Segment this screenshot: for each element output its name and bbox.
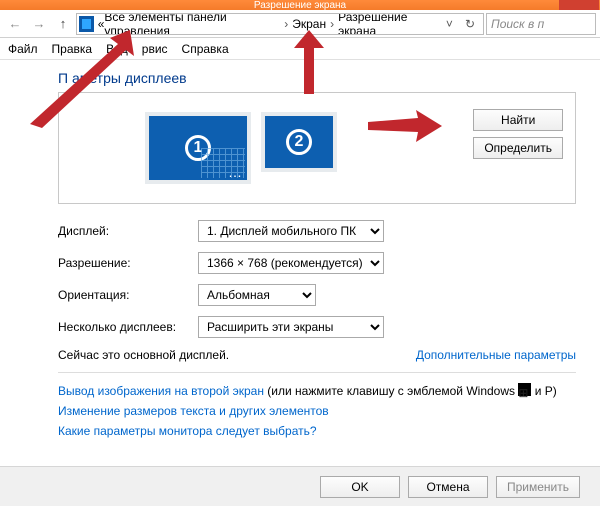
identify-button[interactable]: Определить (473, 137, 563, 159)
nav-up-button[interactable]: ↑ (52, 13, 74, 35)
window-close-button[interactable] (559, 0, 599, 10)
address-bar: ← → ↑ « Все элементы панели управления ›… (0, 10, 600, 38)
multidisplay-select[interactable]: Расширить эти экраны (198, 316, 384, 338)
cancel-button[interactable]: Отмена (408, 476, 488, 498)
windows-key-icon (518, 383, 531, 396)
text-size-link[interactable]: Изменение размеров текста и других элеме… (58, 404, 329, 418)
breadcrumb-item-1[interactable]: Все элементы панели управления (104, 13, 280, 35)
breadcrumb-item-2[interactable]: Экран (292, 17, 326, 31)
control-panel-icon (79, 16, 94, 32)
project-hint-tail: и P) (531, 384, 556, 398)
page-title: П аметры дисплеев (58, 70, 576, 86)
display-select[interactable]: 1. Дисплей мобильного ПК (198, 220, 384, 242)
nav-back-button[interactable]: ← (4, 13, 26, 35)
advanced-settings-link[interactable]: Дополнительные параметры (416, 348, 576, 362)
menu-help[interactable]: Справка (182, 42, 229, 56)
project-second-screen-link[interactable]: Вывод изображения на второй экран (58, 384, 264, 398)
nav-forward-button[interactable]: → (28, 13, 50, 35)
ok-button[interactable]: OK (320, 476, 400, 498)
divider (58, 372, 576, 373)
chevron-right-icon[interactable]: › (330, 17, 334, 31)
monitors-group[interactable]: 1 … 2 (145, 112, 337, 184)
monitors-preview-panel: 1 … 2 Найти Определить (58, 92, 576, 204)
monitor-2[interactable]: 2 (261, 112, 337, 172)
menu-edit[interactable]: Правка (52, 42, 93, 56)
display-label: Дисплей: (58, 224, 198, 238)
search-input[interactable]: Поиск в п (486, 13, 596, 35)
find-button[interactable]: Найти (473, 109, 563, 131)
window-title: Разрешение экрана (254, 0, 346, 11)
search-placeholder: Поиск в п (491, 17, 544, 31)
menu-service[interactable]: рвис (142, 42, 168, 56)
menu-bar: Файл Правка Вид рвис Справка (0, 38, 600, 60)
title-bar: Разрешение экрана (0, 0, 600, 10)
breadcrumb-item-3[interactable]: Разрешение экрана (338, 13, 440, 35)
dropdown-icon[interactable]: ˅ (440, 17, 459, 31)
primary-display-note: Сейчас это основной дисплей. (58, 348, 229, 362)
project-hint-text: (или нажмите клавишу с эмблемой Windows (264, 384, 518, 398)
monitor-1-number: 1 (185, 135, 211, 161)
breadcrumb[interactable]: « Все элементы панели управления › Экран… (76, 13, 484, 35)
apply-button[interactable]: Применить (496, 476, 580, 498)
ellipsis-icon: … (228, 164, 243, 180)
multidisplay-label: Несколько дисплеев: (58, 320, 198, 334)
breadcrumb-overflow[interactable]: « (98, 17, 105, 31)
monitor-2-number: 2 (286, 129, 312, 155)
menu-file[interactable]: Файл (8, 42, 38, 56)
chevron-right-icon[interactable]: › (284, 17, 288, 31)
refresh-icon[interactable]: ↻ (459, 17, 481, 31)
monitor-1[interactable]: 1 … (145, 112, 251, 184)
orientation-select[interactable]: Альбомная (198, 284, 316, 306)
dialog-button-bar: OK Отмена Применить (0, 466, 600, 506)
resolution-select[interactable]: 1366 × 768 (рекомендуется) (198, 252, 384, 274)
which-settings-link[interactable]: Какие параметры монитора следует выбрать… (58, 424, 317, 438)
menu-view[interactable]: Вид (106, 42, 128, 56)
orientation-label: Ориентация: (58, 288, 198, 302)
resolution-label: Разрешение: (58, 256, 198, 270)
content-area: П аметры дисплеев 1 … 2 Найти Определить… (0, 60, 600, 449)
